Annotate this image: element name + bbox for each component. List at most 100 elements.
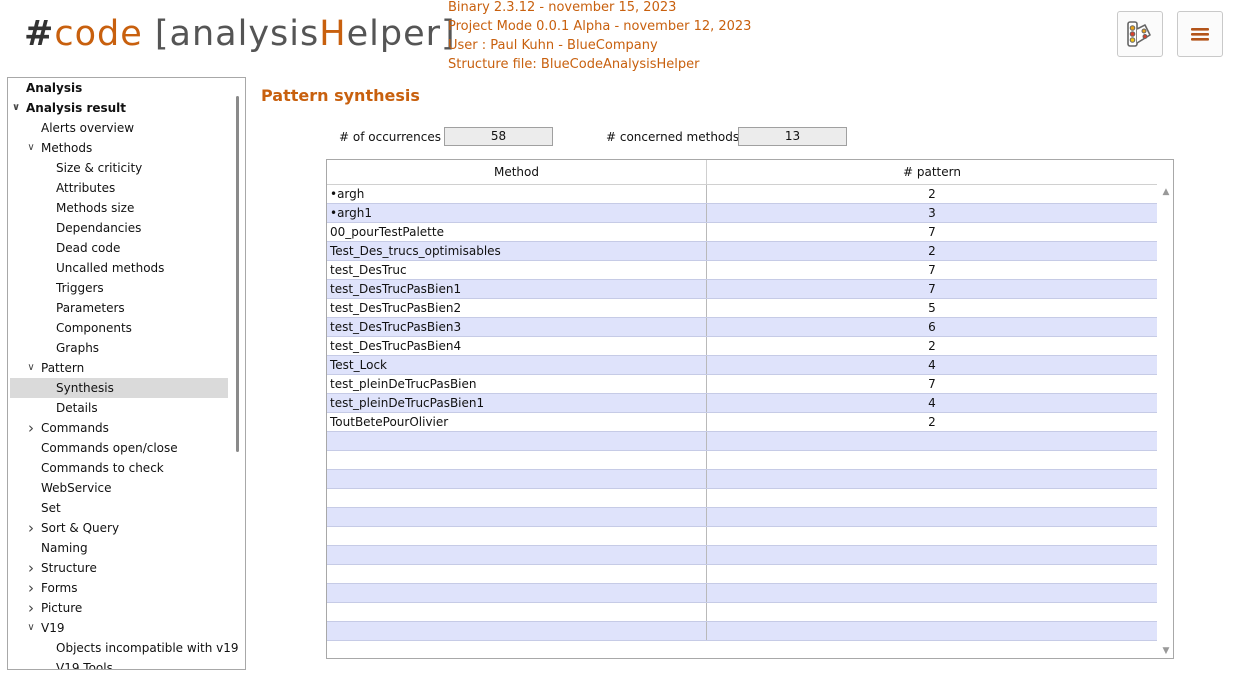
table-row[interactable]: Test_Des_trucs_optimisables 2	[327, 242, 1157, 261]
method-cell: •argh	[327, 185, 707, 203]
sidebar-item-label: Dead code	[56, 241, 121, 255]
sidebar-item-label: Naming	[41, 541, 88, 555]
empty-table-row	[327, 527, 1157, 546]
table-row[interactable]: test_DesTruc 7	[327, 261, 1157, 280]
main-menu-button[interactable]	[1177, 11, 1223, 57]
logo-h: H	[319, 14, 347, 54]
chevron-down-icon[interactable]: ∨	[25, 618, 37, 638]
sidebar-item-label: Picture	[41, 601, 83, 615]
pattern-count-cell	[707, 546, 1157, 564]
pattern-count-cell: 4	[928, 396, 936, 410]
sidebar-item-label: Methods size	[56, 201, 135, 215]
method-cell	[327, 622, 707, 640]
table-row[interactable]: ToutBetePourOlivier 2	[327, 413, 1157, 432]
empty-table-row	[327, 451, 1157, 470]
chevron-down-icon[interactable]: ∨	[25, 138, 37, 158]
empty-table-row	[327, 489, 1157, 508]
method-cell: test_DesTrucPasBien4	[327, 337, 707, 355]
method-cell: ToutBetePourOlivier	[327, 413, 707, 431]
table-row[interactable]: Test_Lock 4	[327, 356, 1157, 375]
method-cell	[327, 546, 707, 564]
empty-table-row	[327, 603, 1157, 622]
sidebar-item-label: Size & criticity	[56, 161, 143, 175]
column-header-pattern[interactable]: # pattern	[707, 160, 1157, 185]
pattern-synthesis-table: Method # pattern •argh 2 •argh1 3 00_pourTes…	[326, 159, 1174, 659]
chevron-right-icon[interactable]: ›	[25, 598, 37, 618]
project-mode: Project Mode 0.0.1 Alpha - november 12, …	[448, 19, 752, 34]
method-cell: test_DesTrucPasBien2	[327, 299, 707, 317]
empty-table-row	[327, 432, 1157, 451]
pattern-count-cell: 7	[928, 282, 936, 296]
chevron-right-icon[interactable]: ›	[25, 418, 37, 438]
sidebar-item-label: Methods	[41, 141, 93, 155]
occurrences-field: 58	[444, 127, 553, 146]
sidebar-item-label: Commands to check	[41, 461, 164, 475]
table-row[interactable]: •argh 2	[327, 185, 1157, 204]
sidebar-item-label: Sort & Query	[41, 521, 120, 535]
logo-open-bracket: [	[154, 14, 170, 54]
page-title: Pattern synthesis	[261, 86, 420, 105]
empty-table-row	[327, 622, 1157, 641]
pattern-count-cell	[707, 489, 1157, 507]
version-info: Binary 2.3.12 - november 15, 2023 Projec…	[448, 0, 751, 74]
method-cell	[327, 584, 707, 602]
sidebar-item-label: Commands open/close	[41, 441, 178, 455]
sidebar-item-label: Triggers	[56, 281, 104, 295]
pattern-count-cell: 2	[928, 339, 936, 353]
sidebar-item-label: Graphs	[56, 341, 100, 355]
table-scrollbar[interactable]: ▲ ▼	[1158, 185, 1173, 658]
method-cell	[327, 603, 707, 621]
table-row[interactable]: test_pleinDeTrucPasBien 7	[327, 375, 1157, 394]
sidebar-item-label: Alerts overview	[41, 121, 135, 135]
sidebar-item-label: Components	[56, 321, 132, 335]
chevron-down-icon[interactable]: ∨	[10, 98, 22, 118]
pattern-count-cell: 3	[928, 206, 936, 220]
pattern-count-cell: 6	[928, 320, 936, 334]
pattern-count-cell	[707, 508, 1157, 526]
app-logo: #code [analysisHelper]	[24, 10, 456, 58]
pattern-count-cell: 2	[928, 415, 936, 429]
method-cell	[327, 527, 707, 545]
scroll-down-icon[interactable]: ▼	[1158, 644, 1173, 658]
chevron-right-icon[interactable]: ›	[25, 518, 37, 538]
pattern-count-cell	[707, 470, 1157, 488]
chevron-right-icon[interactable]: ›	[25, 578, 37, 598]
sidebar-item-label: Synthesis	[56, 381, 114, 395]
pattern-count-cell	[707, 451, 1157, 469]
sidebar-item-label: Set	[41, 501, 61, 515]
pattern-count-cell	[707, 565, 1157, 583]
method-cell: test_pleinDeTrucPasBien1	[327, 394, 707, 412]
method-cell: test_DesTruc	[327, 261, 707, 279]
pattern-count-cell: 2	[928, 244, 936, 258]
sidebar-item-label: Details	[56, 401, 98, 415]
pattern-count-cell	[707, 527, 1157, 545]
table-row[interactable]: test_DesTrucPasBien3 6	[327, 318, 1157, 337]
column-header-method[interactable]: Method	[327, 160, 707, 185]
table-row[interactable]: 00_pourTestPalette 7	[327, 223, 1157, 242]
scroll-up-icon[interactable]: ▲	[1158, 185, 1173, 199]
table-row[interactable]: test_pleinDeTrucPasBien1 4	[327, 394, 1157, 413]
method-cell	[327, 432, 707, 450]
palette-button[interactable]	[1117, 11, 1163, 57]
sidebar-item-label: Analysis	[26, 81, 83, 95]
sidebar-item-label: Commands	[41, 421, 109, 435]
chevron-down-icon[interactable]: ∨	[25, 358, 37, 378]
palette-icon	[1127, 21, 1151, 47]
table-row[interactable]: test_DesTrucPasBien2 5	[327, 299, 1157, 318]
sidebar-item[interactable]: Synthesis	[10, 378, 228, 398]
sidebar-item-label: Pattern	[41, 361, 85, 375]
pattern-count-cell	[707, 622, 1157, 640]
table-row[interactable]: test_DesTrucPasBien1 7	[327, 280, 1157, 299]
logo-analysis: analysis	[169, 14, 320, 54]
method-cell: test_pleinDeTrucPasBien	[327, 375, 707, 393]
method-cell: test_DesTrucPasBien1	[327, 280, 707, 298]
sidebar-scrollbar[interactable]	[236, 96, 239, 452]
pattern-count-cell: 7	[928, 225, 936, 239]
chevron-right-icon[interactable]: ›	[25, 558, 37, 578]
method-cell: 00_pourTestPalette	[327, 223, 707, 241]
pattern-count-cell: 4	[928, 358, 936, 372]
table-row[interactable]: •argh1 3	[327, 204, 1157, 223]
concerned-methods-label: # concerned methods :	[606, 130, 747, 144]
table-row[interactable]: test_DesTrucPasBien4 2	[327, 337, 1157, 356]
method-cell: Test_Lock	[327, 356, 707, 374]
